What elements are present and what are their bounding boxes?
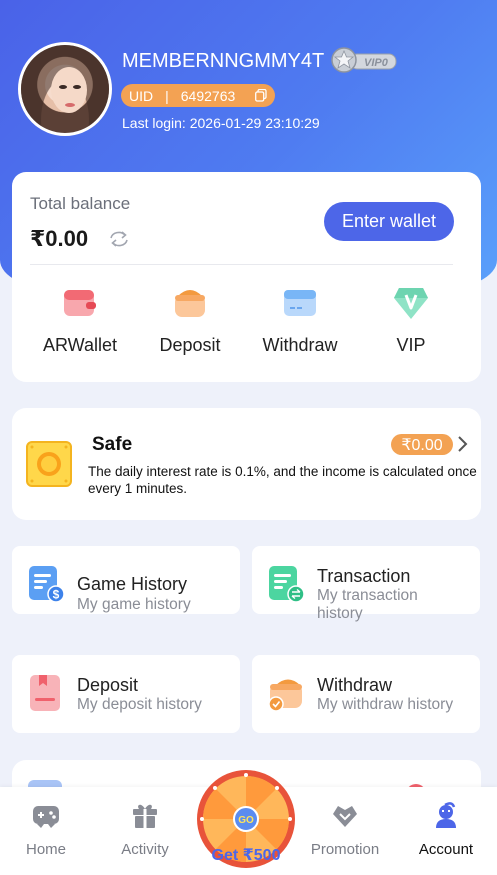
tile-subtitle: My deposit history <box>77 696 202 713</box>
tile-withdraw-history[interactable]: Withdraw My withdraw history <box>252 655 480 733</box>
shortcut-label: Withdraw <box>262 335 338 355</box>
withdraw-card-icon <box>284 290 316 316</box>
tab-label: Account <box>418 841 474 858</box>
tile-subtitle: My game history <box>77 596 191 613</box>
tab-label: Activity <box>121 841 169 858</box>
arwallet-icon <box>64 290 96 316</box>
safe-icon <box>26 441 72 487</box>
promotion-diamond-icon <box>333 806 357 827</box>
tile-title: Transaction <box>317 566 411 586</box>
shortcut-deposit[interactable]: Deposit <box>140 286 240 356</box>
tab-activity[interactable]: Activity <box>105 801 185 858</box>
tile-title: Deposit <box>77 675 139 695</box>
safe-description: The daily interest rate is 0.1%, and the… <box>88 464 477 496</box>
shortcut-withdraw[interactable]: Withdraw <box>250 286 350 356</box>
shortcut-vip[interactable]: VIP <box>361 286 461 356</box>
refresh-icon[interactable] <box>108 230 130 248</box>
avatar[interactable] <box>18 42 112 136</box>
divider <box>30 264 453 265</box>
deposit-history-icon <box>30 675 60 711</box>
tile-deposit-history[interactable]: Deposit My deposit history <box>12 655 240 733</box>
uid-value: 6492763 <box>180 87 236 104</box>
safe-title: Safe <box>92 434 133 455</box>
tab-account[interactable]: Account <box>406 801 486 858</box>
account-icon <box>436 802 456 828</box>
shortcut-label: ARWallet <box>42 335 118 355</box>
balance-card: Total balance ₹0.00 Enter wallet ARWalle… <box>12 172 481 382</box>
safe-card[interactable]: Safe ₹0.00 The daily interest rate is 0.… <box>12 408 481 520</box>
wheel-reward-label[interactable]: Get ₹500 <box>196 845 296 865</box>
svg-text:VIP0: VIP0 <box>364 57 389 69</box>
transaction-icon <box>269 566 304 603</box>
tile-game-history[interactable]: $ Game History My game history <box>12 546 240 614</box>
tab-label: Home <box>25 841 66 858</box>
vip-badge-icon: VIP0 <box>331 47 397 73</box>
gift-icon <box>133 804 157 828</box>
copy-icon[interactable] <box>255 89 267 102</box>
tile-transaction[interactable]: Transaction My transaction history <box>252 546 480 622</box>
tile-title: Withdraw <box>317 675 393 695</box>
shortcut-label: Deposit <box>159 335 221 355</box>
svg-text:$: $ <box>53 588 60 602</box>
shortcut-arwallet[interactable]: ARWallet <box>30 286 130 356</box>
vip-gem-icon <box>394 288 428 319</box>
balance-label: Total balance <box>30 194 131 213</box>
tile-title: Game History <box>77 574 188 594</box>
game-history-icon: $ <box>29 566 64 603</box>
deposit-icon <box>175 290 205 317</box>
shortcut-label: VIP <box>396 335 426 355</box>
uid-separator: | <box>165 87 169 104</box>
enter-wallet-button[interactable]: Enter wallet <box>324 202 454 241</box>
withdraw-history-icon <box>268 679 302 712</box>
tile-subtitle: My transaction history <box>317 587 418 622</box>
uid-label: UID <box>129 87 154 104</box>
safe-amount-badge: ₹0.00 <box>391 434 453 455</box>
balance-amount: ₹0.00 <box>30 226 89 251</box>
last-login: Last login: 2026-01-29 23:10:29 <box>122 115 320 131</box>
tab-label: Promotion <box>310 841 380 858</box>
username: MEMBERNNGMMY4T <box>122 50 325 72</box>
tab-promotion[interactable]: Promotion <box>305 801 385 858</box>
chevron-right-icon[interactable] <box>456 435 468 453</box>
tab-home[interactable]: Home <box>6 801 86 858</box>
gamepad-icon <box>33 806 59 828</box>
wheel-go-label: GO <box>238 815 254 826</box>
tile-subtitle: My withdraw history <box>317 696 454 713</box>
uid-pill[interactable]: UID | 6492763 <box>121 84 275 107</box>
